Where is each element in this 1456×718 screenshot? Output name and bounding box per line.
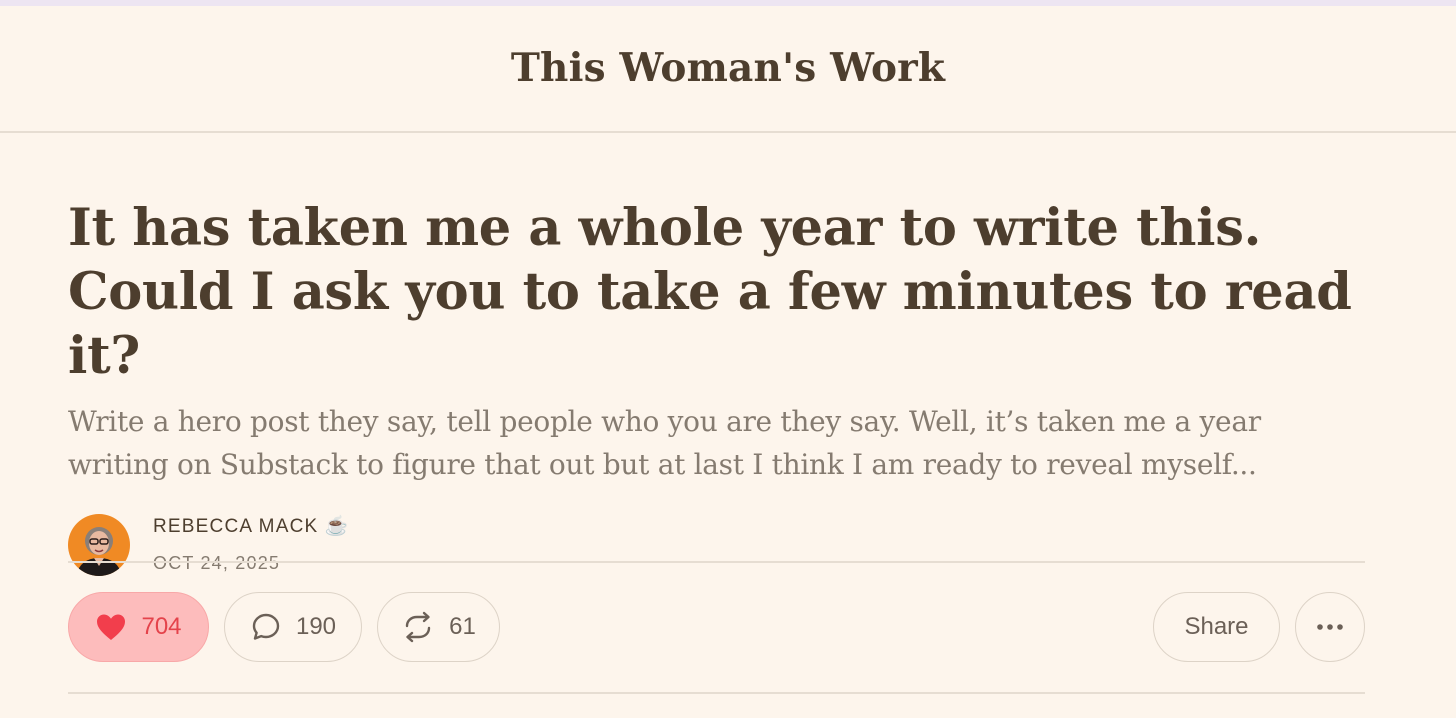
byline: REBECCA MACK ☕ OCT 24, 2025 [68, 514, 1365, 576]
post-date: OCT 24, 2025 [153, 553, 281, 573]
post-title: It has taken me a whole year to write th… [68, 198, 1352, 386]
post-header: It has taken me a whole year to write th… [68, 196, 1365, 576]
post-page: This Woman's Work It has taken me a whol… [0, 0, 1456, 718]
restack-count: 61 [449, 613, 476, 640]
comment-bubble-icon [250, 611, 282, 643]
post-actions-bar: 704 190 61 Share [68, 592, 1365, 664]
post-subtitle: Write a hero post they say, tell people … [68, 405, 1261, 481]
more-options-button[interactable] [1295, 592, 1365, 662]
restack-button[interactable]: 61 [377, 592, 500, 662]
publication-title[interactable]: This Woman's Work [511, 45, 945, 91]
share-label: Share [1184, 613, 1249, 640]
divider-bottom [68, 692, 1365, 694]
byline-text: REBECCA MACK ☕ OCT 24, 2025 [153, 515, 350, 575]
author-name[interactable]: REBECCA MACK ☕ [153, 515, 350, 539]
restack-icon [401, 611, 435, 643]
like-button[interactable]: 704 [68, 592, 209, 662]
heart-icon [95, 612, 127, 642]
divider-top [68, 561, 1365, 563]
comment-button[interactable]: 190 [224, 592, 362, 662]
ellipsis-icon [1316, 623, 1344, 631]
publication-header: This Woman's Work [0, 6, 1456, 133]
comment-count: 190 [295, 613, 337, 640]
share-button[interactable]: Share [1153, 592, 1280, 662]
like-count: 704 [141, 613, 182, 640]
author-avatar-image [68, 514, 130, 576]
author-avatar[interactable] [68, 514, 130, 576]
